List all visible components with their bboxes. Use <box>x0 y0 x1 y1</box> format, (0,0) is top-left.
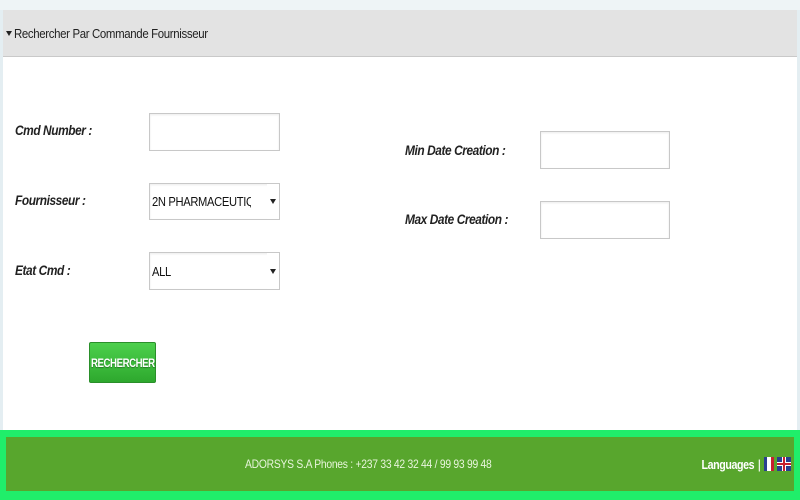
rechercher-button-label: RECHERCHER <box>90 355 155 370</box>
fournisseur-selected-value: 2N PHARMACEUTIQUE , F- <box>152 194 251 209</box>
cmd-number-input[interactable] <box>149 113 280 151</box>
panel-title: Rechercher Par Commande Fournisseur <box>14 25 208 41</box>
min-date-input[interactable] <box>540 131 670 169</box>
etat-cmd-select[interactable]: ALL <box>149 252 280 290</box>
languages-label: Languages <box>702 456 755 472</box>
footer: ADORSYS S.A Phones : +237 33 42 32 44 / … <box>6 437 794 491</box>
dropdown-arrow-icon[interactable] <box>267 184 279 219</box>
top-strip <box>0 0 800 10</box>
fournisseur-label: Fournisseur : <box>15 192 86 208</box>
flag-uk-icon[interactable] <box>777 457 791 471</box>
rechercher-button[interactable]: RECHERCHER <box>89 342 156 383</box>
max-date-input[interactable] <box>540 201 670 239</box>
left-border <box>0 10 3 430</box>
languages-separator: | <box>757 456 761 472</box>
language-selector: Languages | <box>690 457 791 472</box>
footer-company-info: ADORSYS S.A Phones : +237 33 42 32 44 / … <box>245 457 492 471</box>
collapse-caret-icon[interactable] <box>6 31 12 36</box>
search-panel-header[interactable]: Rechercher Par Commande Fournisseur <box>3 10 797 57</box>
etat-cmd-label: Etat Cmd : <box>15 262 71 278</box>
max-date-label: Max Date Creation : <box>405 211 509 227</box>
cmd-number-label: Cmd Number : <box>15 122 92 138</box>
fournisseur-select[interactable]: 2N PHARMACEUTIQUE , F- <box>149 183 280 220</box>
flag-france-icon[interactable] <box>764 457 774 471</box>
min-date-label: Min Date Creation : <box>405 142 506 158</box>
page: Rechercher Par Commande Fournisseur Cmd … <box>0 0 800 500</box>
dropdown-arrow-icon[interactable] <box>267 253 279 289</box>
etat-cmd-selected-value: ALL <box>152 263 171 279</box>
